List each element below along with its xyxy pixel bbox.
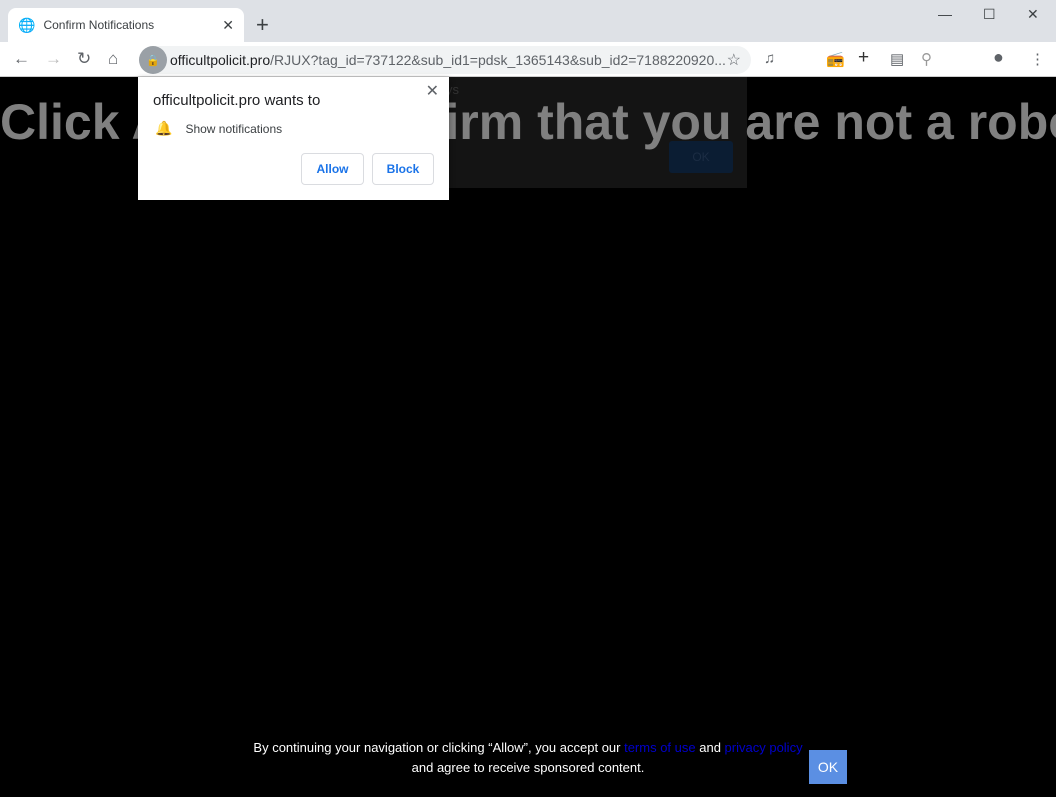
home-icon[interactable]: ⌂ bbox=[108, 49, 118, 69]
block-button[interactable]: Block bbox=[372, 153, 434, 185]
bell-icon: 🔔 bbox=[155, 120, 173, 136]
maximize-button[interactable]: ☐ bbox=[983, 6, 996, 23]
browser-toolbar: ← → ↻ ⌂ 🔒 officultpolicit.pro/RJUX?tag_i… bbox=[0, 42, 1056, 77]
lock-icon[interactable]: 🔒 bbox=[139, 46, 167, 74]
notification-permission-prompt: officultpolicit.pro wants to ✕ 🔔 Show not… bbox=[138, 77, 449, 200]
back-icon[interactable]: ← bbox=[13, 49, 30, 69]
new-tab-button[interactable]: + bbox=[256, 12, 269, 38]
url-text: officultpolicit.pro/RJUX?tag_id=737122&s… bbox=[170, 52, 726, 68]
profile-avatar-icon[interactable]: ● bbox=[993, 47, 1004, 68]
terms-link[interactable]: terms of use bbox=[624, 740, 696, 755]
menu-kebab-icon[interactable]: ⋮ bbox=[1030, 50, 1045, 68]
bookmark-star-icon[interactable]: ☆ bbox=[727, 50, 741, 70]
music-extension-icon[interactable]: ♫ bbox=[764, 50, 775, 67]
address-bar[interactable]: 🔒 officultpolicit.pro/RJUX?tag_id=737122… bbox=[139, 46, 751, 74]
footer-ok-button[interactable]: OK bbox=[809, 750, 847, 784]
permission-label: Show notifications bbox=[185, 121, 283, 136]
tab-title: Confirm Notifications bbox=[43, 18, 155, 32]
pages-extension-icon[interactable]: ▤ bbox=[890, 50, 904, 68]
search-extension-icon[interactable]: ⚲ bbox=[921, 50, 932, 68]
close-window-button[interactable]: ✕ bbox=[1027, 6, 1039, 23]
privacy-link[interactable]: privacy policy bbox=[725, 740, 803, 755]
footer-and: and bbox=[695, 740, 725, 755]
tab-strip: 🌐 Confirm Notifications ✕ + — ☐ ✕ bbox=[0, 0, 1056, 42]
prompt-close-icon[interactable]: ✕ bbox=[426, 81, 439, 101]
forward-icon[interactable]: → bbox=[45, 49, 62, 69]
allow-button[interactable]: Allow bbox=[301, 153, 364, 185]
radio-extension-icon[interactable]: 📻 bbox=[826, 50, 845, 68]
prompt-title: officultpolicit.pro wants to bbox=[153, 92, 321, 109]
tab-close-icon[interactable]: ✕ bbox=[222, 17, 234, 34]
tab-active[interactable]: 🌐 Confirm Notifications ✕ bbox=[8, 8, 244, 42]
add-extension-icon[interactable]: + bbox=[858, 47, 869, 69]
globe-icon: 🌐 bbox=[18, 16, 36, 33]
reload-icon[interactable]: ↻ bbox=[77, 49, 91, 69]
footer-text: By continuing your navigation or clickin… bbox=[253, 740, 625, 755]
footer-text-2: and agree to receive sponsored content. bbox=[411, 760, 645, 775]
minimize-button[interactable]: — bbox=[938, 6, 952, 22]
consent-footer: By continuing your navigation or clickin… bbox=[0, 738, 1056, 778]
